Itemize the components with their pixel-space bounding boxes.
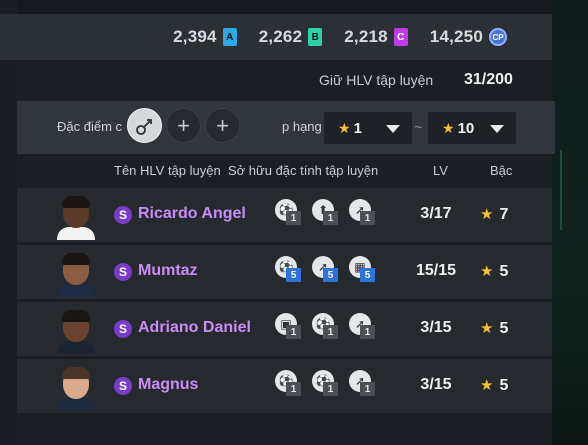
rarity-badge: S [114,320,132,338]
dribble-icon [135,118,152,135]
column-name[interactable]: Tên HLV tập luyện [114,163,221,178]
trait-slot[interactable]: ⚽ 1 [312,313,342,343]
background-pitch [552,0,588,445]
coach-lv: 3/15 [420,376,452,393]
coach-capacity-count: 31/200 [464,71,513,88]
rarity-badge: S [114,206,132,224]
currency-c: 2,218 C [344,27,408,47]
currency-bar: 2,394 A 2,262 B 2,218 C 14,250 CP [0,14,552,60]
star-icon: ★ [480,206,494,223]
trait-slot[interactable]: ➚ 1 [349,370,379,400]
currency-a-icon: A [222,28,237,46]
star-icon: ★ [338,119,351,136]
coach-capacity-label: Giữ HLV tập luyện [319,72,434,88]
coach-grade: ★ 5 [480,263,509,280]
rank-filter-label: p hạng [282,119,322,134]
coach-lv: 3/17 [420,205,452,222]
rarity-badge: S [114,263,132,281]
trait-slot[interactable]: ⚽ 5 [275,256,305,286]
chevron-down-icon [490,125,504,133]
coach-row[interactable]: S Mumtaz ⚽ 5 ➚ 5 ▦ 5 15/15 ★ 5 [17,245,552,299]
column-grade[interactable]: Bậc [490,163,512,178]
currency-c-icon: C [393,28,408,46]
trait-slot[interactable]: ▣ 1 [275,313,305,343]
trait-filter-add-button[interactable]: + [166,108,201,143]
coach-grade: ★ 5 [480,320,509,337]
star-icon: ★ [442,119,455,136]
cp-coin-icon: CP [489,28,507,46]
rank-max-dropdown[interactable]: ★ 10 [428,112,516,144]
chevron-down-icon [386,125,400,133]
avatar [55,308,97,354]
coach-name: Magnus [138,376,199,393]
coach-grade: ★ 7 [480,206,509,223]
trait-slot[interactable]: ⬆ 1 [312,199,342,229]
star-icon: ★ [480,320,494,337]
coach-name: Mumtaz [138,262,198,279]
range-separator: ~ [414,119,423,135]
trait-slot[interactable]: ⚽ 1 [312,370,342,400]
coach-capacity: Giữ HLV tập luyện 31/200 [17,62,552,100]
coach-grade: ★ 5 [480,377,509,394]
trait-slot[interactable]: ▦ 5 [349,256,379,286]
avatar [55,251,97,297]
trait-slot[interactable]: ➚ 1 [349,313,379,343]
coach-lv: 3/15 [420,319,452,336]
currency-c-value: 2,218 [344,27,388,46]
star-icon: ★ [480,377,494,394]
coach-row[interactable]: S Ricardo Angel ⚽ 1 ⬆ 1 ➚ 1 3/17 ★ 7 [17,188,552,242]
currency-cp: 14,250 CP [430,27,507,47]
coach-name: Ricardo Angel [138,205,246,222]
coach-lv: 15/15 [415,262,457,279]
rank-min-value: 1 [353,119,362,137]
table-header: Tên HLV tập luyện Sở hữu đặc tính tập lu… [17,155,555,185]
trait-slot[interactable]: ➚ 5 [312,256,342,286]
trait-filter-add-button[interactable]: + [205,108,240,143]
rank-max-value: 10 [457,119,475,137]
traits-filter-label: Đặc điểm c [57,119,123,134]
trait-slot[interactable]: ⚽ 1 [275,199,305,229]
rank-min-dropdown[interactable]: ★ 1 [324,112,412,144]
column-lv[interactable]: LV [433,163,448,178]
coach-name: Adriano Daniel [138,319,251,336]
filter-bar: Đặc điểm c + + p hạng ★ 1 ~ ★ 10 [17,101,555,154]
star-icon: ★ [480,263,494,280]
currency-b-icon: B [308,28,323,46]
currency-cp-value: 14,250 [429,27,483,46]
currency-a-value: 2,394 [173,27,217,46]
coach-row[interactable]: S Adriano Daniel ▣ 1 ⚽ 1 ➚ 1 3/15 ★ 5 [17,302,552,356]
currency-a: 2,394 A [173,27,237,47]
trait-slot[interactable]: ➚ 1 [349,199,379,229]
avatar [55,365,97,411]
trait-slot[interactable]: ⚽ 1 [275,370,305,400]
currency-b: 2,262 B [259,27,323,47]
column-traits[interactable]: Sở hữu đặc tính tập luyện [228,163,378,178]
coach-row[interactable]: S Magnus ⚽ 1 ⚽ 1 ➚ 1 3/15 ★ 5 [17,359,552,413]
background-edge [0,0,17,445]
trait-filter-slot-selected[interactable] [127,108,162,143]
currency-b-value: 2,262 [258,27,303,46]
avatar [55,194,97,240]
rarity-badge: S [114,377,132,395]
